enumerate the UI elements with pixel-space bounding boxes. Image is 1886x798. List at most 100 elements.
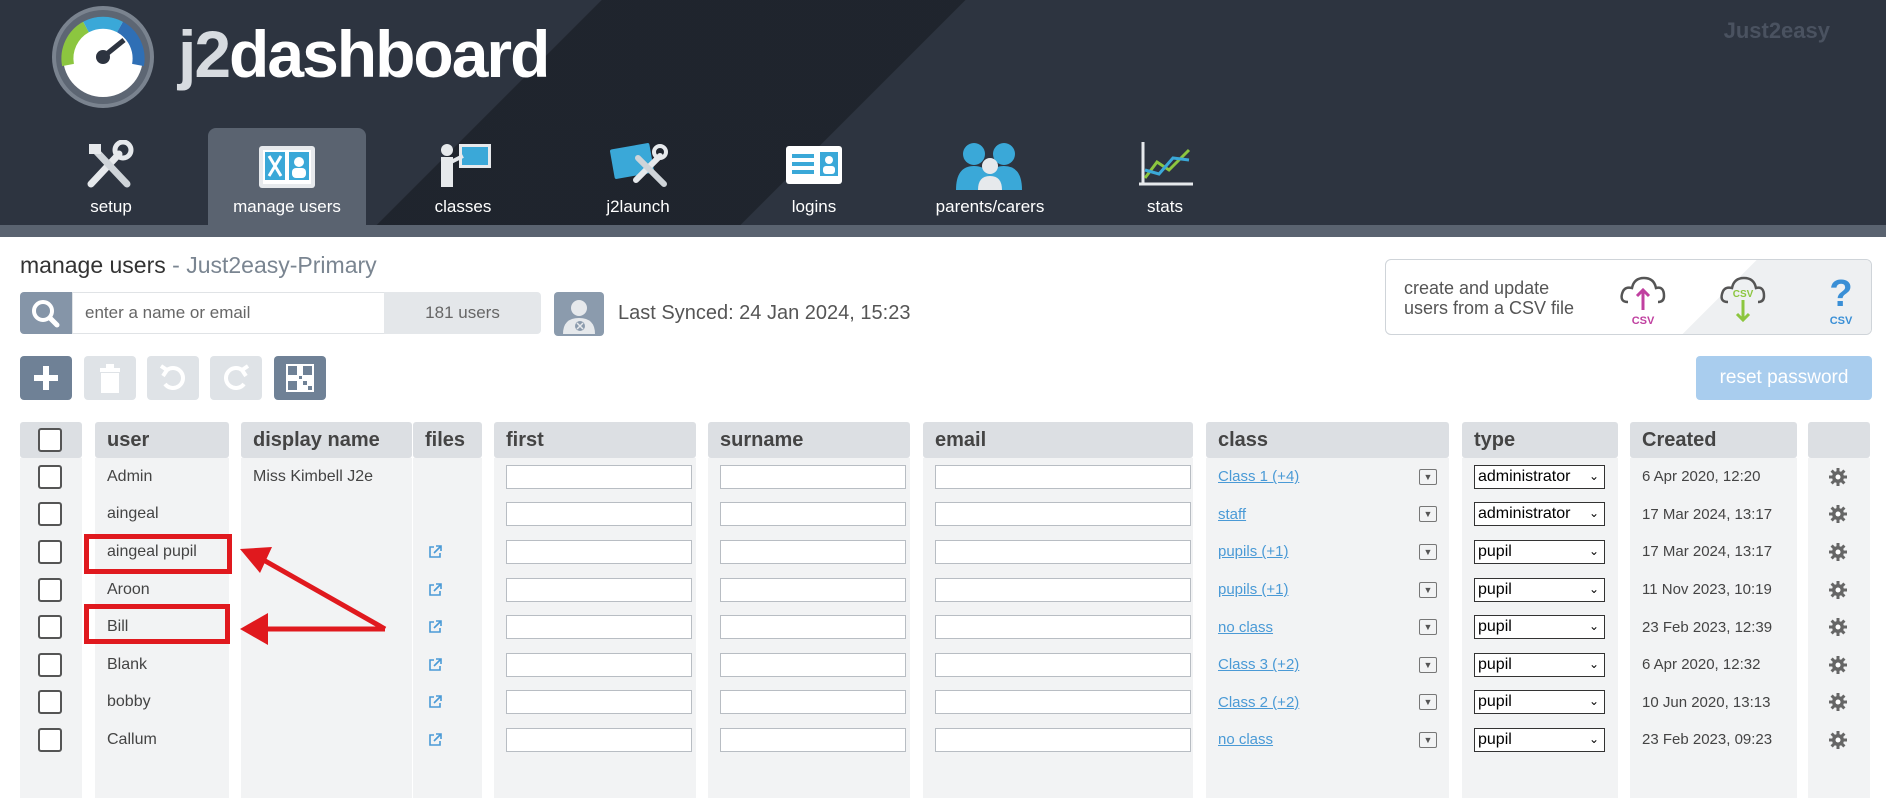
header-surname[interactable]: surname [708,422,910,458]
first-name-input[interactable] [506,727,692,752]
sync-button[interactable] [554,292,604,336]
row-checkbox[interactable] [38,727,62,752]
surname-input[interactable] [720,690,906,715]
gear-icon[interactable] [1828,655,1848,675]
row-checkbox[interactable] [38,615,62,640]
email-input[interactable] [935,690,1191,715]
header-created[interactable]: Created [1630,422,1797,458]
user-cell[interactable]: aingeal [95,496,229,534]
nav-setup[interactable]: setup [32,128,190,225]
select-all-checkbox[interactable] [38,428,62,452]
gear-icon[interactable] [1828,730,1848,750]
first-name-input[interactable] [506,539,692,564]
type-select[interactable]: pupil ⌄ [1474,615,1605,640]
external-link-icon[interactable] [427,657,443,673]
email-input[interactable] [935,652,1191,677]
header-email[interactable]: email [923,422,1193,458]
type-select[interactable]: pupil ⌄ [1474,539,1605,564]
email-input[interactable] [935,615,1191,640]
first-name-input[interactable] [506,502,692,527]
display-name-cell[interactable] [241,496,412,534]
first-name-input[interactable] [506,690,692,715]
class-dropdown-icon[interactable]: ▼ [1419,656,1437,673]
class-dropdown-icon[interactable]: ▼ [1419,543,1437,560]
header-display-name[interactable]: display name [241,422,412,458]
user-cell[interactable]: Admin [95,458,229,496]
user-cell[interactable]: Blank [95,646,229,684]
type-select[interactable]: administrator ⌄ [1474,502,1605,527]
class-link[interactable]: pupils (+1) [1218,543,1288,560]
csv-upload-icon[interactable]: CSV [1616,272,1670,326]
class-link[interactable]: no class [1218,619,1273,636]
type-select[interactable]: pupil ⌄ [1474,577,1605,602]
nav-stats[interactable]: stats [1086,128,1244,225]
email-input[interactable] [935,464,1191,489]
class-dropdown-icon[interactable]: ▼ [1419,581,1437,598]
user-cell[interactable]: Callum [95,721,229,759]
nav-logins[interactable]: logins [735,128,893,225]
user-cell[interactable]: Aroon [95,571,229,609]
surname-input[interactable] [720,464,906,489]
class-dropdown-icon[interactable]: ▼ [1419,731,1437,748]
external-link-icon[interactable] [427,544,443,560]
user-cell[interactable]: bobby [95,684,229,722]
row-checkbox[interactable] [38,464,62,489]
class-dropdown-icon[interactable]: ▼ [1419,694,1437,711]
class-link[interactable]: Class 1 (+4) [1218,468,1299,485]
surname-input[interactable] [720,502,906,527]
class-link[interactable]: pupils (+1) [1218,581,1288,598]
display-name-cell[interactable] [241,684,412,722]
nav-parents-carers[interactable]: parents/carers [911,128,1069,225]
class-dropdown-icon[interactable]: ▼ [1419,468,1437,485]
first-name-input[interactable] [506,615,692,640]
redo-button[interactable] [210,356,262,400]
first-name-input[interactable] [506,464,692,489]
header-class[interactable]: class [1206,422,1449,458]
delete-user-button[interactable] [84,356,136,400]
nav-manage-users[interactable]: manage users [208,128,366,225]
external-link-icon[interactable] [427,582,443,598]
email-input[interactable] [935,539,1191,564]
nav-classes[interactable]: classes [384,128,542,225]
type-select[interactable]: pupil ⌄ [1474,652,1605,677]
header-first[interactable]: first [494,422,696,458]
gear-icon[interactable] [1828,504,1848,524]
gear-icon[interactable] [1828,542,1848,562]
row-checkbox[interactable] [38,539,62,564]
gear-icon[interactable] [1828,617,1848,637]
header-user[interactable]: user [95,422,229,458]
class-link[interactable]: staff [1218,506,1246,523]
row-checkbox[interactable] [38,690,62,715]
surname-input[interactable] [720,615,906,640]
type-select[interactable]: pupil ⌄ [1474,690,1605,715]
qr-code-button[interactable] [274,356,326,400]
reset-password-button[interactable]: reset password [1696,356,1872,400]
external-link-icon[interactable] [427,732,443,748]
csv-download-icon[interactable]: CSV [1716,272,1770,326]
add-user-button[interactable] [20,356,72,400]
gear-icon[interactable] [1828,692,1848,712]
type-select[interactable]: administrator ⌄ [1474,464,1605,489]
undo-button[interactable] [147,356,199,400]
surname-input[interactable] [720,539,906,564]
class-dropdown-icon[interactable]: ▼ [1419,506,1437,523]
email-input[interactable] [935,502,1191,527]
class-link[interactable]: Class 3 (+2) [1218,656,1299,673]
email-input[interactable] [935,577,1191,602]
search-input[interactable] [72,292,384,334]
email-input[interactable] [935,727,1191,752]
external-link-icon[interactable] [427,694,443,710]
nav-j2launch[interactable]: j2launch [559,128,717,225]
surname-input[interactable] [720,727,906,752]
display-name-cell[interactable]: Miss Kimbell J2e [241,458,412,496]
surname-input[interactable] [720,577,906,602]
class-link[interactable]: Class 2 (+2) [1218,694,1299,711]
class-link[interactable]: no class [1218,731,1273,748]
row-checkbox[interactable] [38,577,62,602]
gear-icon[interactable] [1828,580,1848,600]
display-name-cell[interactable] [241,721,412,759]
row-checkbox[interactable] [38,652,62,677]
external-link-icon[interactable] [427,619,443,635]
type-select[interactable]: pupil ⌄ [1474,727,1605,752]
row-checkbox[interactable] [38,502,62,527]
